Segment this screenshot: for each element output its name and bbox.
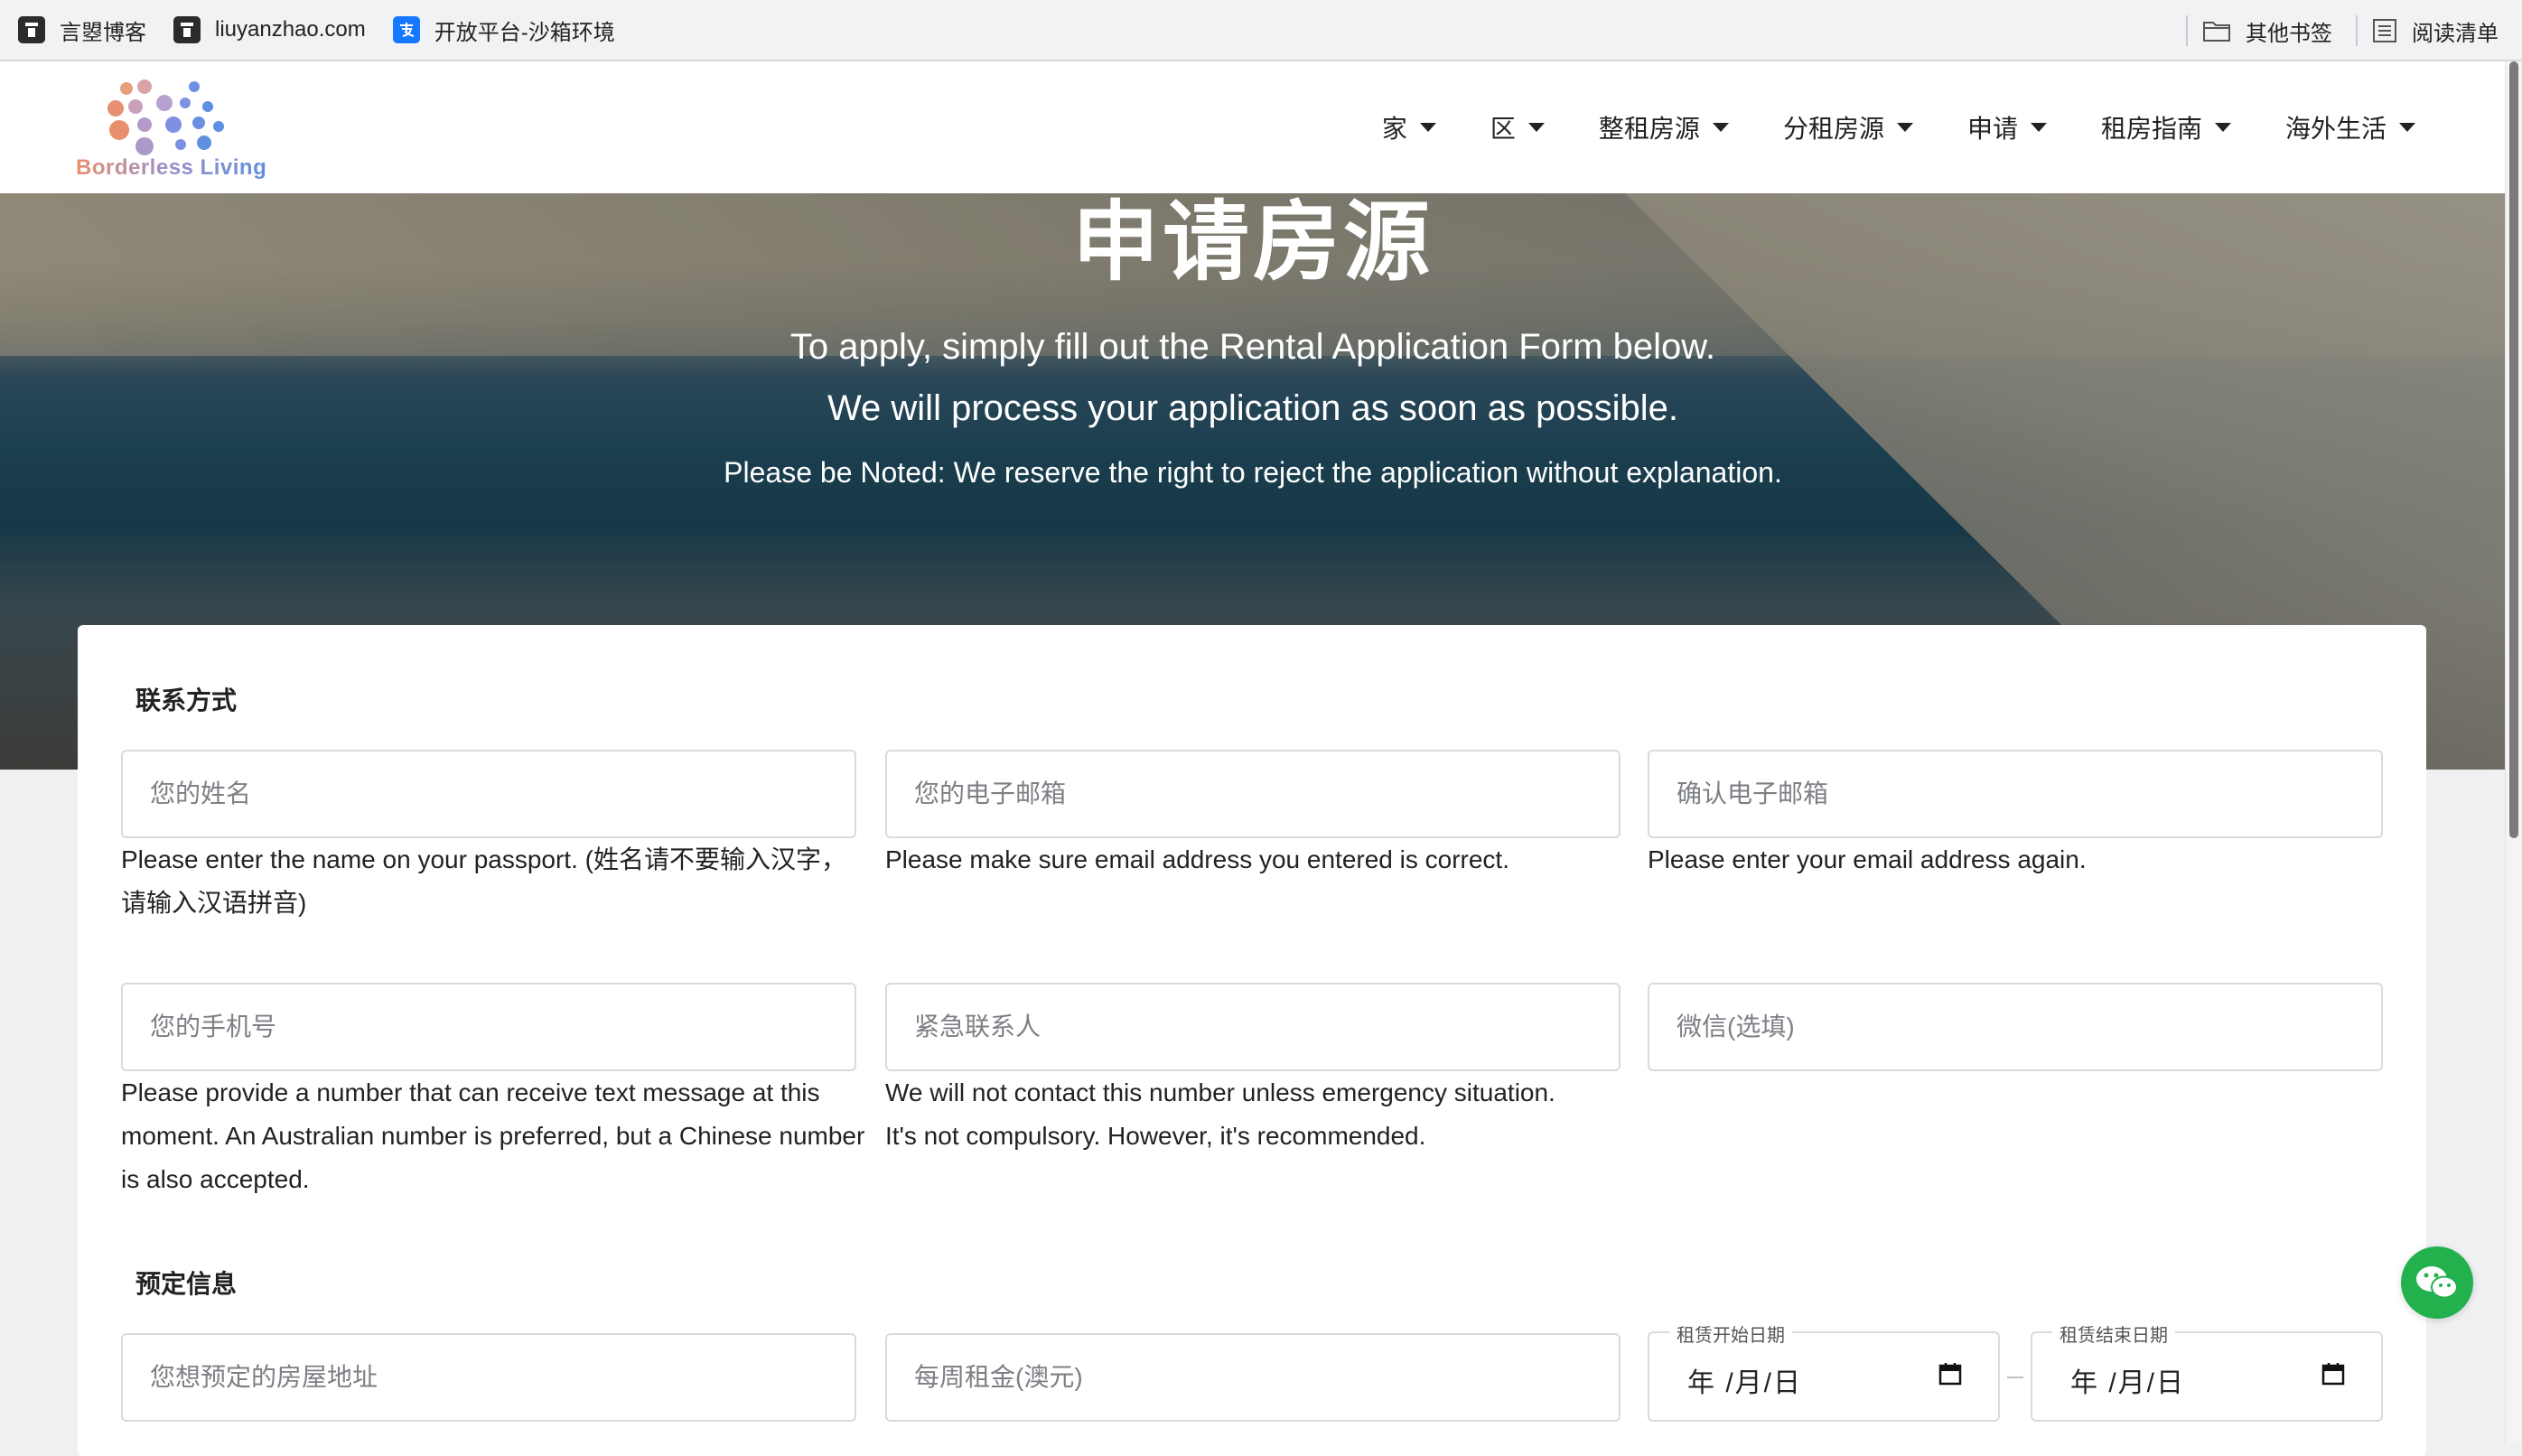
other-bookmarks-label: 其他书签 [2246, 21, 2332, 46]
divider [2356, 15, 2358, 46]
email-field[interactable] [885, 750, 1621, 838]
name-field[interactable] [121, 750, 856, 838]
application-form-card: 联系方式 Please enter the name on your passp… [78, 625, 2426, 1456]
scrollbar-thumb[interactable] [2509, 61, 2518, 838]
reading-list[interactable]: 阅读清单 [2372, 0, 2499, 61]
caret-down-icon [2399, 123, 2415, 132]
caret-down-icon [2030, 123, 2047, 132]
logo-text: Borderless Living [76, 155, 267, 180]
confirm-email-input[interactable] [1649, 751, 2381, 836]
bookmark-label: 言曌博客 [60, 20, 146, 45]
wechat-input[interactable] [1649, 985, 2381, 1069]
caret-down-icon [1419, 123, 1436, 132]
name-input[interactable] [123, 751, 855, 836]
bookmark-yanzhao-blog[interactable]: 言曌博客 [18, 0, 146, 61]
address-input[interactable] [123, 1335, 855, 1420]
section-title-booking: 预定信息 [135, 1270, 238, 1298]
nav-shared-rental[interactable]: 分租房源 [1783, 109, 1913, 145]
calendar-icon[interactable] [2321, 1362, 2345, 1386]
divider [2186, 15, 2188, 46]
nav-label: 家 [1381, 115, 1407, 143]
weekly-rent-input[interactable] [887, 1335, 1619, 1420]
emergency-contact-input[interactable] [887, 985, 1619, 1069]
caret-down-icon [2214, 123, 2231, 132]
email-help: Please make sure email address you enter… [885, 845, 1509, 873]
bookmark-alipay-sandbox[interactable]: 开放平台-沙箱环境 [392, 0, 615, 61]
name-help: Please enter the name on your passport. … [121, 845, 846, 917]
emergency-contact-field[interactable] [885, 983, 1621, 1071]
nav-label: 区 [1490, 115, 1516, 143]
folder-icon [2203, 22, 2230, 42]
wechat-floating-button[interactable] [2401, 1246, 2473, 1319]
nav-rental-guide[interactable]: 租房指南 [2101, 109, 2231, 145]
hero-subtitle: To apply, simply fill out the Rental App… [789, 327, 1716, 367]
email-input[interactable] [887, 751, 1619, 836]
page-scrollbar[interactable] [2505, 61, 2522, 1443]
nav-label: 整租房源 [1598, 115, 1700, 143]
bookmark-label: 开放平台-沙箱环境 [434, 20, 615, 45]
confirm-email-help: Please enter your email address again. [1648, 845, 2087, 873]
nav-label: 租房指南 [2100, 115, 2202, 143]
confirm-email-field[interactable] [1648, 750, 2383, 838]
bookmark-label: liuyanzhao.com [215, 17, 366, 42]
calendar-icon[interactable] [1938, 1362, 1962, 1386]
nav-overseas-life[interactable]: 海外生活 [2285, 109, 2415, 145]
nav-area[interactable]: 区 [1490, 109, 1545, 145]
caret-down-icon [1896, 123, 1913, 132]
site-header: 家 区 整租房源 分租房源 申请 租房指南 海外生活 [0, 61, 2506, 193]
caret-down-icon [1712, 123, 1729, 132]
nav-whole-rental[interactable]: 整租房源 [1599, 109, 1729, 145]
reading-list-icon [2373, 19, 2396, 42]
nav-home[interactable]: 家 [1382, 109, 1436, 145]
emergency-contact-help: We will not contact this number unless e… [885, 1078, 1555, 1150]
wechat-field[interactable] [1648, 983, 2383, 1071]
phone-field[interactable] [121, 983, 856, 1071]
date-label: 租赁结束日期 [2052, 1321, 2175, 1347]
hero-subtitle: We will process your application as soon… [827, 388, 1678, 428]
bookmark-favicon-icon [18, 16, 45, 43]
reading-list-label: 阅读清单 [2412, 21, 2499, 46]
nav-label: 分租房源 [1782, 115, 1884, 143]
nav-label: 申请 [1966, 115, 2018, 143]
address-field[interactable] [121, 1333, 856, 1422]
nav-apply[interactable]: 申请 [1967, 109, 2047, 145]
phone-input[interactable] [123, 985, 855, 1069]
alipay-icon [392, 16, 420, 43]
bookmarks-bar: 言曌博客 liuyanzhao.com 开放平台-沙箱环境 其他书签 阅读清单 [0, 0, 2522, 61]
date-value: 年 /月/日 [2070, 1368, 2186, 1398]
section-title-contact: 联系方式 [135, 686, 238, 714]
date-range-separator [2007, 1377, 2023, 1378]
bookmark-liuyanzhao[interactable]: liuyanzhao.com [173, 0, 366, 61]
bookmark-favicon-icon [173, 16, 201, 43]
phone-help: Please provide a number that can receive… [121, 1078, 865, 1193]
caret-down-icon [1527, 123, 1545, 132]
page-title: 申请房源 [1072, 194, 1434, 291]
weekly-rent-field[interactable] [885, 1333, 1621, 1422]
date-value: 年 /月/日 [1687, 1368, 1803, 1398]
main-nav: 家 区 整租房源 分租房源 申请 租房指南 海外生活 [1328, 61, 2415, 193]
other-bookmarks[interactable]: 其他书签 [2202, 0, 2332, 61]
wechat-icon [2416, 1266, 2458, 1299]
nav-label: 海外生活 [2284, 115, 2387, 143]
lease-start-date-field[interactable]: 租赁开始日期 年 /月/日 [1648, 1321, 2000, 1422]
lease-end-date-field[interactable]: 租赁结束日期 年 /月/日 [2031, 1321, 2383, 1422]
date-label: 租赁开始日期 [1669, 1321, 1792, 1347]
hero-note: Please be Noted: We reserve the right to… [724, 456, 1782, 489]
